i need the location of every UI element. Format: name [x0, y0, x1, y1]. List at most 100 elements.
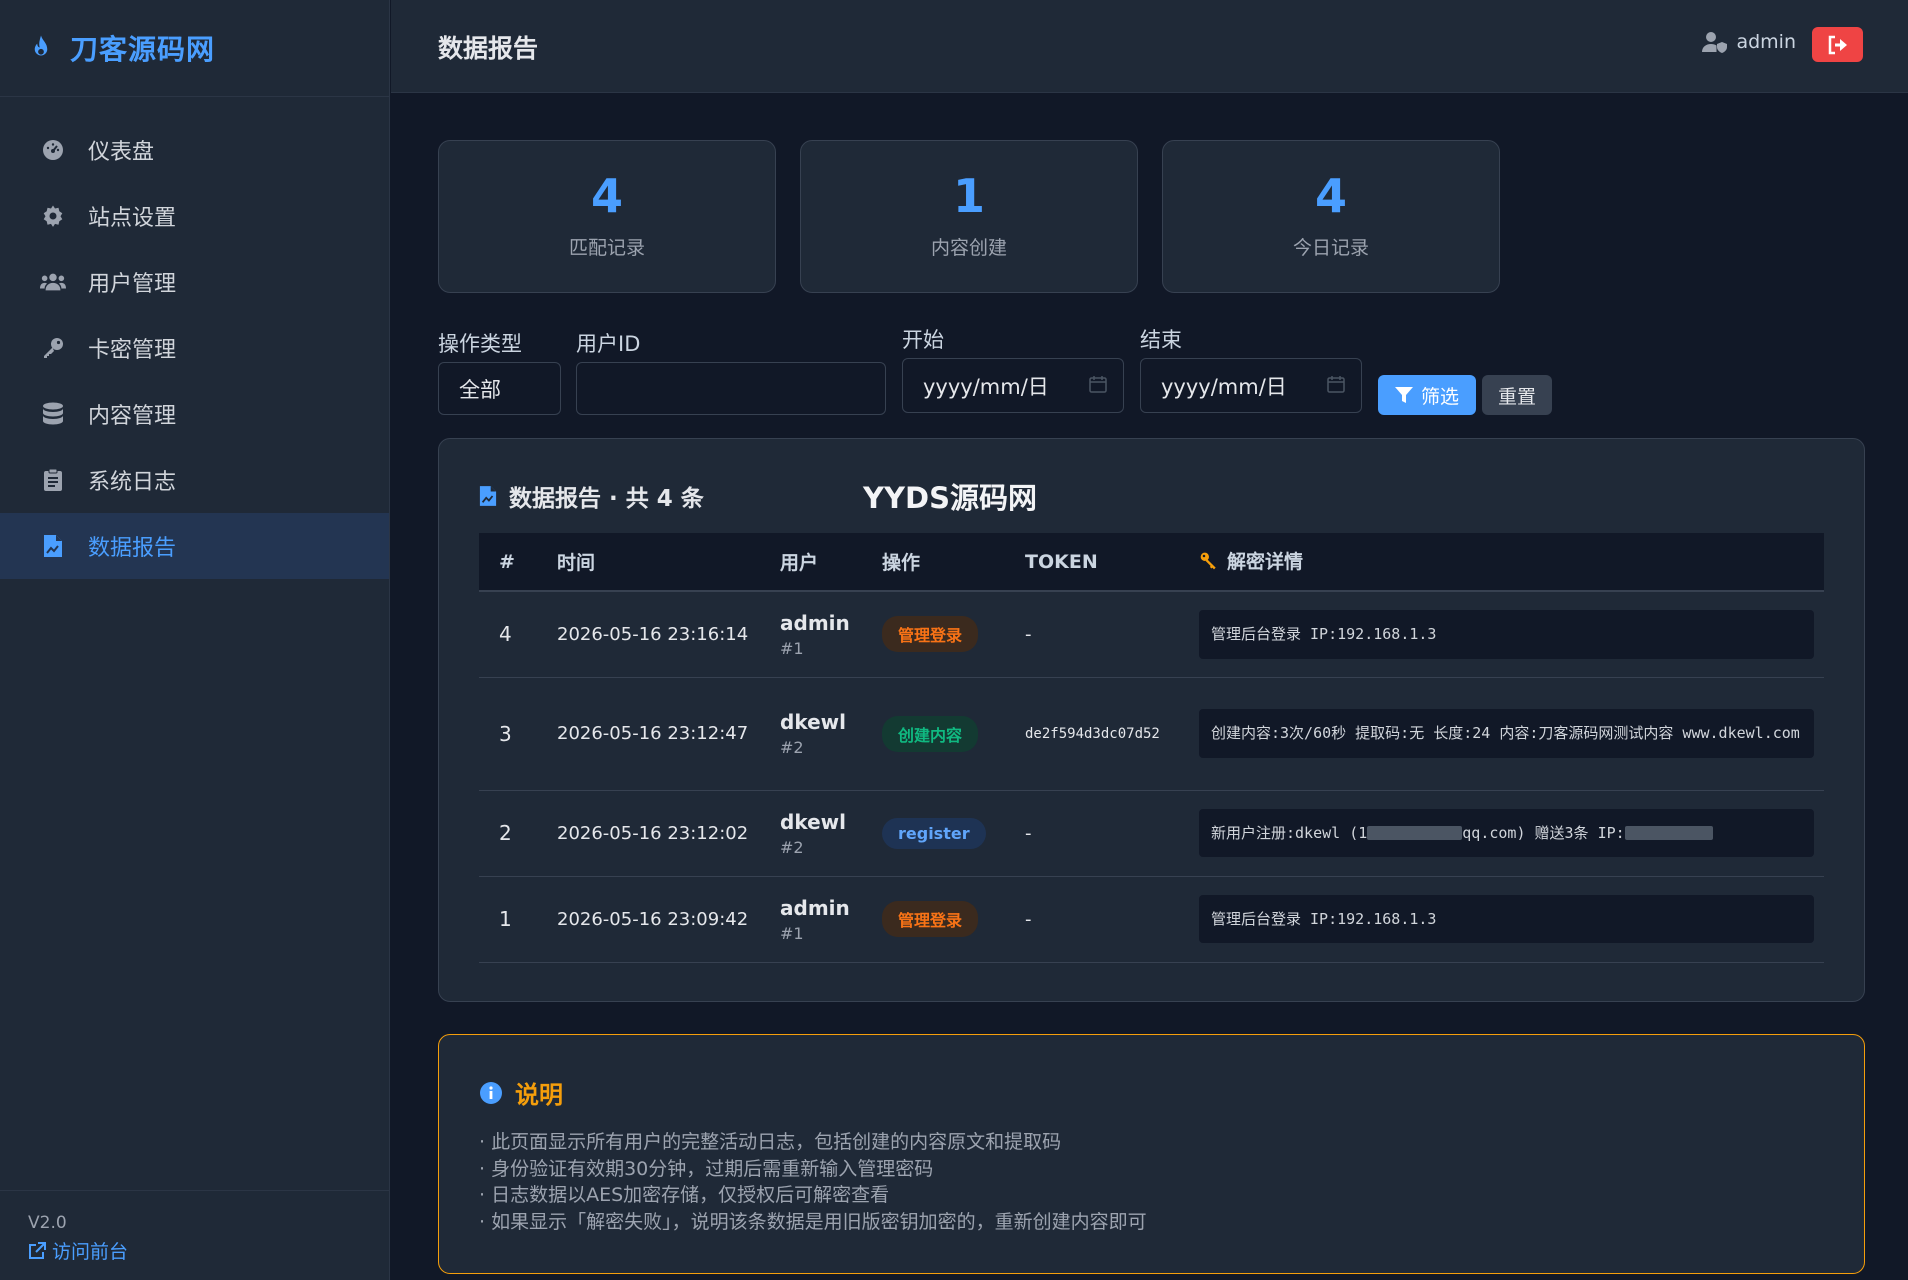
row-user-name: admin	[780, 895, 850, 920]
filter-button[interactable]: 筛选	[1378, 375, 1476, 415]
flame-icon	[34, 35, 48, 56]
row-user-name: dkewl	[780, 809, 846, 834]
detail-box: 管理后台登录 IP:192.168.1.3	[1199, 894, 1814, 944]
notice-title-text: 说明	[515, 1081, 563, 1109]
row-time: 2026-05-16 23:09:42	[537, 876, 760, 963]
current-user-name: admin	[1736, 31, 1796, 53]
visit-frontend-link[interactable]: 访问前台	[28, 1237, 390, 1264]
userid-input[interactable]	[576, 362, 886, 415]
database-icon	[40, 401, 66, 427]
row-user: admin #1	[760, 876, 862, 963]
row-time: 2026-05-16 23:12:02	[537, 790, 760, 877]
sidebar-item-site-settings[interactable]: 站点设置	[0, 183, 389, 249]
notice-lines: · 此页面显示所有用户的完整活动日志，包括创建的内容原文和提取码 · 身份验证有…	[479, 1129, 1147, 1235]
row-id: 3	[479, 677, 537, 791]
brand[interactable]: 刀客源码网	[0, 0, 389, 97]
stat-label: 今日记录	[1292, 237, 1369, 259]
col-action: 操作	[882, 552, 921, 574]
start-date-input[interactable]: yyyy/mm/日	[902, 358, 1124, 413]
row-user: dkewl #2	[760, 677, 862, 791]
users-icon	[40, 269, 66, 295]
visit-frontend-label: 访问前台	[52, 1241, 129, 1263]
calendar-icon[interactable]	[1327, 375, 1345, 393]
logout-button[interactable]	[1812, 27, 1863, 62]
start-date-placeholder: yyyy/mm/日	[923, 374, 1049, 399]
sidebar-item-label: 系统日志	[88, 470, 177, 495]
start-label: 开始	[902, 328, 944, 352]
sign-out-icon	[1828, 35, 1847, 54]
current-user[interactable]: admin	[1702, 31, 1796, 53]
row-id: 1	[479, 876, 537, 963]
action-badge: 创建内容	[882, 715, 979, 752]
row-token: -	[1005, 876, 1179, 963]
report-title-text: 数据报告 · 共 4 条	[509, 486, 704, 512]
sidebar-item-label: 仪表盘	[88, 140, 155, 165]
watermark-text: YYDS源码网	[863, 481, 1037, 515]
key-icon	[40, 335, 66, 361]
info-icon	[480, 1081, 502, 1104]
notice-line: · 此页面显示所有用户的完整活动日志，包括创建的内容原文和提取码	[479, 1131, 1062, 1153]
col-time: 时间	[557, 552, 596, 574]
sidebar-item-dashboard[interactable]: 仪表盘	[0, 117, 389, 183]
reset-button-label: 重置	[1497, 385, 1536, 408]
detail-box: 新用户注册:dkewl (1 qq.com) 赠送3条 IP:	[1199, 808, 1814, 858]
type-label: 操作类型	[438, 332, 522, 356]
row-user-id: #1	[780, 638, 804, 658]
row-time: 2026-05-16 23:16:14	[537, 591, 760, 678]
sidebar-item-label: 站点设置	[88, 206, 177, 231]
row-user-id: #2	[780, 837, 804, 857]
row-token: -	[1005, 591, 1179, 678]
stat-label: 匹配记录	[568, 237, 645, 259]
report-table: # 时间 用户 操作 TOKEN 解密详情 4 2026-05-16 23:16…	[479, 533, 1824, 963]
end-date-input[interactable]: yyyy/mm/日	[1140, 358, 1362, 413]
row-token: de2f594d3dc07d52	[1005, 677, 1179, 791]
col-user: 用户	[780, 552, 819, 574]
sidebar-item-label: 内容管理	[88, 404, 177, 429]
detail-box: 管理后台登录 IP:192.168.1.3	[1199, 610, 1814, 659]
detail-box: 创建内容:3次/60秒 提取码:无 长度:24 内容:刀客源码网测试内容 www…	[1199, 709, 1814, 758]
row-action: 管理登录	[862, 876, 1005, 963]
table-header-row: # 时间 用户 操作 TOKEN 解密详情	[479, 533, 1824, 591]
notice-card: 说明 · 此页面显示所有用户的完整活动日志，包括创建的内容原文和提取码 · 身份…	[438, 1034, 1865, 1274]
sidebar-item-user-management[interactable]: 用户管理	[0, 249, 389, 315]
row-token: -	[1005, 790, 1179, 877]
row-user: admin #1	[760, 591, 862, 678]
row-action: 管理登录	[862, 591, 1005, 678]
end-date-placeholder: yyyy/mm/日	[1161, 374, 1287, 399]
report-card: 数据报告 · 共 4 条 YYDS源码网 # 时间 用户 操作 TOKEN 解密…	[438, 438, 1865, 1002]
version-label: V2.0	[28, 1213, 67, 1233]
dashboard-icon	[40, 137, 66, 163]
brand-name: 刀客源码网	[70, 33, 216, 66]
sidebar-item-system-logs[interactable]: 系统日志	[0, 447, 389, 513]
file-chart-icon	[479, 486, 497, 506]
row-user-id: #2	[780, 738, 804, 757]
row-user: dkewl #2	[760, 790, 862, 877]
sidebar-item-label: 用户管理	[88, 272, 177, 297]
type-select[interactable]: 全部	[438, 362, 561, 415]
table-row: 3 2026-05-16 23:12:47 dkewl #2 创建内容 de2f…	[479, 677, 1824, 791]
sidebar-item-label: 数据报告	[88, 536, 177, 561]
table-row: 1 2026-05-16 23:09:42 admin #1 管理登录 - 管理…	[479, 876, 1824, 963]
filter-button-label: 筛选	[1420, 385, 1459, 408]
gear-icon	[40, 203, 66, 229]
sidebar-nav: 仪表盘 站点设置 用户管理 卡密管理 内容管理 系统日志 数据报告	[0, 117, 389, 579]
sidebar-item-card-management[interactable]: 卡密管理	[0, 315, 389, 381]
stat-value: 4	[590, 169, 623, 223]
page-title: 数据报告	[438, 34, 539, 63]
calendar-icon[interactable]	[1089, 375, 1107, 393]
sidebar-item-data-report[interactable]: 数据报告	[0, 513, 389, 579]
row-detail: 管理后台登录 IP:192.168.1.3	[1179, 876, 1824, 963]
detail-text-a: 新用户注册:dkewl (1	[1211, 823, 1368, 842]
row-detail: 创建内容:3次/60秒 提取码:无 长度:24 内容:刀客源码网测试内容 www…	[1179, 677, 1824, 791]
row-detail: 新用户注册:dkewl (1 qq.com) 赠送3条 IP:	[1179, 790, 1824, 877]
row-user-id: #1	[780, 923, 804, 943]
key-icon	[1200, 552, 1216, 570]
row-detail: 管理后台登录 IP:192.168.1.3	[1179, 591, 1824, 678]
col-detail: 解密详情	[1179, 533, 1824, 591]
stat-label: 内容创建	[930, 237, 1007, 259]
reset-button[interactable]: 重置	[1482, 375, 1552, 415]
col-id: #	[499, 550, 515, 573]
report-card-title: 数据报告 · 共 4 条	[479, 479, 704, 513]
table-row: 4 2026-05-16 23:16:14 admin #1 管理登录 - 管理…	[479, 591, 1824, 678]
sidebar-item-content-management[interactable]: 内容管理	[0, 381, 389, 447]
